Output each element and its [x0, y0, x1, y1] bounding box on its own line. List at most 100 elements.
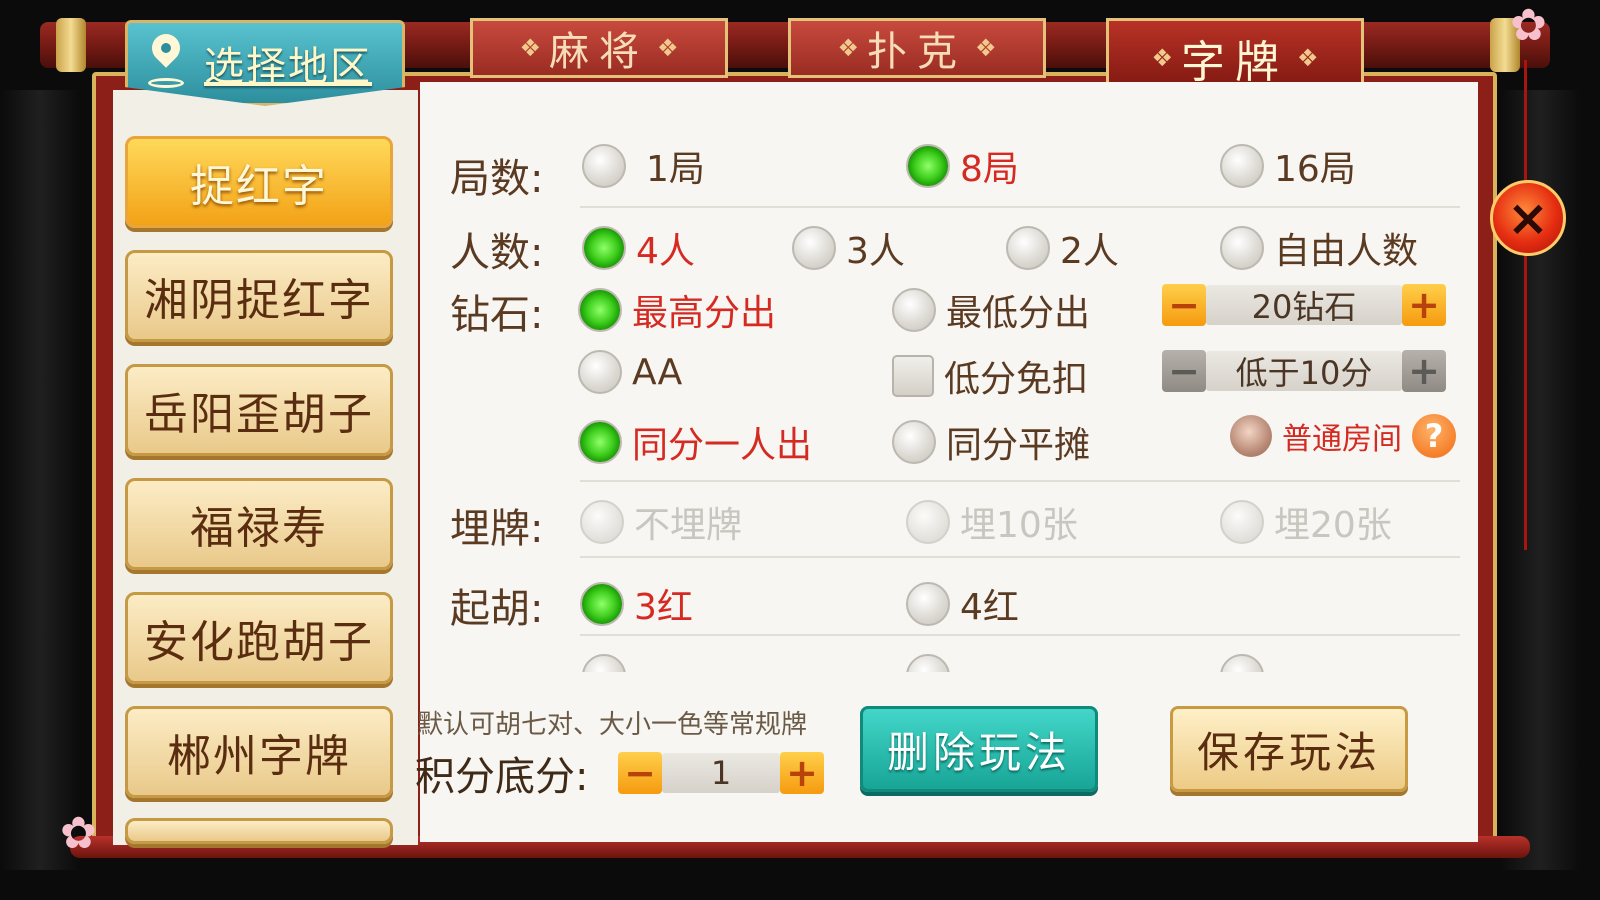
tab-poker[interactable]: ❖ 扑克 ❖: [788, 18, 1046, 78]
tab-ornament-icon: ❖: [1297, 44, 1319, 72]
low-score-plus-button[interactable]: +: [1402, 349, 1446, 393]
game-button[interactable]: 捉红字: [125, 136, 393, 228]
players-label: 人数:: [450, 230, 544, 276]
low-score-stepper-value: 低于10分: [1206, 351, 1402, 392]
option-label: AA: [632, 351, 683, 393]
radio-icon[interactable]: [1220, 654, 1264, 672]
option-label: 4红: [960, 587, 1019, 628]
rules-note: 默认可胡七对、大小一色等常规牌: [417, 710, 808, 740]
blossom-icon: ✿: [60, 808, 97, 859]
diamond-stepper-value: 20钻石: [1206, 285, 1402, 326]
close-icon: ×: [1507, 189, 1549, 247]
option-label: 同分平摊: [946, 425, 1091, 466]
qihu-label: 起胡:: [450, 586, 544, 632]
option-label: 3红: [634, 587, 693, 628]
option-label: 4人: [636, 231, 695, 272]
radio-icon: [892, 420, 936, 464]
help-icon[interactable]: ?: [1412, 414, 1456, 458]
tab-label: 扑克: [867, 29, 967, 75]
radio-icon: [1220, 144, 1264, 188]
tab-ornament-icon: ❖: [1151, 44, 1173, 72]
radio-icon: [1006, 226, 1050, 270]
scroll-cap-left: [56, 18, 86, 72]
tab-label: 麻将: [549, 29, 649, 75]
tab-ornament-icon: ❖: [837, 34, 859, 62]
left-drape-decoration: [0, 90, 80, 870]
save-rules-button[interactable]: 保存玩法: [1170, 706, 1408, 792]
base-score-minus-button[interactable]: −: [618, 751, 662, 795]
option-label: 不埋牌: [634, 505, 743, 546]
radio-icon[interactable]: [906, 654, 950, 672]
option-label: 低分免扣: [944, 359, 1089, 400]
region-label: 选择地区: [204, 44, 372, 90]
base-score-plus-button[interactable]: +: [780, 751, 824, 795]
rules-scroll-area[interactable]: 局数: 1局 8局 16局 人数: 4人 3人 2人 自由人数 钻石: 最高分出…: [420, 82, 1478, 672]
game-button[interactable]: 郴州字牌: [125, 706, 393, 798]
radio-icon: [892, 288, 936, 332]
option-label: 2人: [1060, 231, 1119, 272]
radio-icon: [1220, 500, 1264, 544]
tab-ornament-icon: ❖: [657, 34, 679, 62]
room-type-label: 普通房间: [1282, 422, 1402, 457]
rounds-option-8[interactable]: 8局: [906, 140, 1019, 192]
game-button[interactable]: 安化跑胡子: [125, 592, 393, 684]
divider: [580, 206, 1460, 208]
bury-option-none[interactable]: 不埋牌: [580, 496, 742, 548]
radio-icon: [580, 500, 624, 544]
players-option-4[interactable]: 4人: [582, 222, 695, 274]
option-label: 8局: [960, 149, 1019, 190]
bury-option-20[interactable]: 埋20张: [1220, 496, 1392, 548]
option-label: 埋10张: [960, 505, 1078, 546]
option-label: 埋20张: [1274, 505, 1392, 546]
diamond-plus-button[interactable]: +: [1402, 283, 1446, 327]
option-label: 3人: [846, 231, 905, 272]
delete-rules-button[interactable]: 删除玩法: [860, 706, 1098, 792]
close-button[interactable]: ×: [1490, 180, 1566, 256]
option-label: 最低分出: [946, 293, 1091, 334]
option-label: 自由人数: [1274, 231, 1419, 272]
radio-icon: [1220, 226, 1264, 270]
game-button[interactable]: 湘阴捉红字: [125, 250, 393, 342]
lantern-tassel: [1524, 60, 1527, 550]
low-score-exempt-checkbox[interactable]: 低分免扣: [892, 350, 1088, 402]
players-option-3[interactable]: 3人: [792, 222, 905, 274]
radio-icon: [906, 582, 950, 626]
base-score-stepper: − 1 +: [618, 751, 824, 795]
diamond-option-lowest[interactable]: 最低分出: [892, 284, 1090, 336]
option-label: 1局: [646, 149, 705, 190]
tab-ornament-icon: ❖: [975, 34, 997, 62]
game-button-partial[interactable]: [125, 818, 393, 844]
tab-ornament-icon: ❖: [519, 34, 541, 62]
game-button[interactable]: 岳阳歪胡子: [125, 364, 393, 456]
diamond-option-aa[interactable]: AA: [578, 350, 682, 394]
option-label: 同分一人出: [632, 425, 813, 466]
bury-option-10[interactable]: 埋10张: [906, 496, 1078, 548]
base-score-label: 积分底分:: [415, 754, 589, 800]
option-label: 最高分出: [632, 293, 777, 334]
room-type-option[interactable]: 普通房间 ?: [1230, 414, 1456, 458]
game-button[interactable]: 福禄寿: [125, 478, 393, 570]
diamond-label: 钻石:: [450, 292, 544, 338]
tie-option-split[interactable]: 同分平摊: [892, 416, 1090, 468]
diamond-minus-button[interactable]: −: [1162, 283, 1206, 327]
low-score-minus-button[interactable]: −: [1162, 349, 1206, 393]
rounds-option-1[interactable]: 1局: [582, 140, 705, 192]
players-option-free[interactable]: 自由人数: [1220, 222, 1418, 274]
radio-selected-icon: [580, 582, 624, 626]
radio-icon: [906, 500, 950, 544]
divider: [580, 634, 1460, 636]
rounds-option-16[interactable]: 16局: [1220, 140, 1356, 192]
low-score-stepper: − 低于10分 +: [1162, 349, 1446, 393]
tie-option-one-pays[interactable]: 同分一人出: [578, 416, 812, 468]
bury-label: 埋牌:: [450, 506, 544, 552]
radio-icon: [582, 144, 626, 188]
tab-label: 字牌: [1181, 37, 1289, 88]
room-radio-icon: [1230, 415, 1272, 457]
players-option-2[interactable]: 2人: [1006, 222, 1119, 274]
radio-icon[interactable]: [582, 654, 626, 672]
diamond-option-highest[interactable]: 最高分出: [578, 284, 776, 336]
location-pin-icon: [146, 28, 186, 92]
qihu-option-3[interactable]: 3红: [580, 578, 693, 630]
qihu-option-4[interactable]: 4红: [906, 578, 1019, 630]
tab-mahjong[interactable]: ❖ 麻将 ❖: [470, 18, 728, 78]
